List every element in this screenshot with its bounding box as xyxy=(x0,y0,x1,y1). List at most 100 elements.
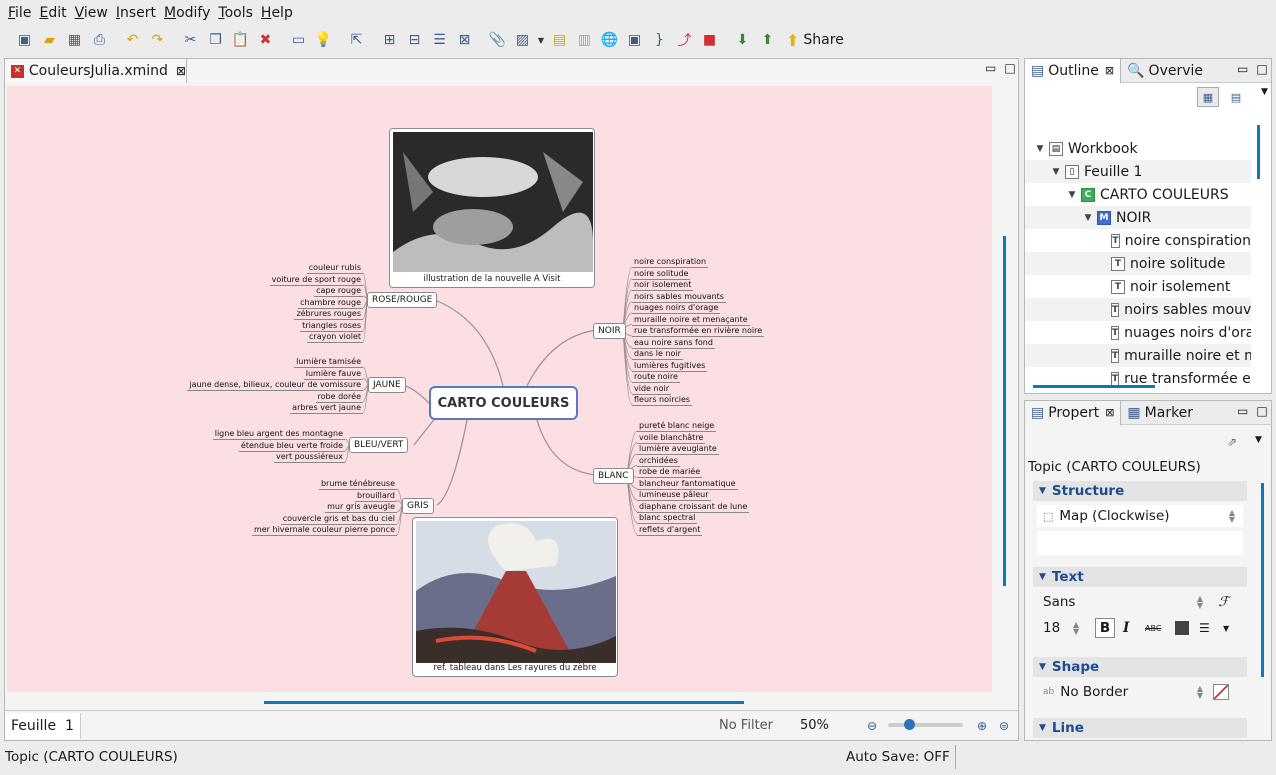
subtopic-jaune[interactable]: robe dorée xyxy=(315,392,363,403)
tree-view-icon[interactable]: ▦ xyxy=(1197,87,1219,107)
font-picker-icon[interactable]: ℱ xyxy=(1218,594,1229,610)
align-icon[interactable]: ☰ xyxy=(1199,621,1210,635)
subtopic-gris[interactable]: brouillard xyxy=(355,491,397,502)
sheet-tab[interactable]: Feuille 1 xyxy=(5,712,81,739)
maximize-icon[interactable]: □ xyxy=(1004,61,1015,75)
expand-arrow-icon[interactable]: ▼ xyxy=(1033,144,1047,154)
subtopic-blanc[interactable]: robe de mariée xyxy=(637,467,703,478)
menu-tools[interactable]: Tools xyxy=(214,5,257,21)
print-icon[interactable]: ⎙ xyxy=(87,28,112,52)
subtopic-noir[interactable]: fleurs noircies xyxy=(632,395,693,406)
subtopic-blanc[interactable]: lumineuse pâleur xyxy=(637,490,711,501)
subtopic-rose[interactable]: chambre rouge xyxy=(298,298,363,309)
main-topic-noir[interactable]: NOIR xyxy=(593,323,626,339)
close-tab-icon[interactable]: ⊠ xyxy=(1105,64,1114,77)
tree-item[interactable]: ▼ C CARTO COULEURS xyxy=(1025,183,1251,206)
subtopic-noir[interactable]: noire conspiration xyxy=(632,257,709,268)
subtopic-gris[interactable]: couvercle gris et bas du ciel xyxy=(280,514,397,525)
fill-color-swatch[interactable] xyxy=(1213,684,1229,700)
text-color-swatch[interactable] xyxy=(1175,621,1189,635)
expand-arrow-icon[interactable]: ▼ xyxy=(1081,213,1095,223)
tree-item[interactable]: Tnoirs sables mouva xyxy=(1025,298,1251,321)
insert-topic-icon[interactable]: ⊞ xyxy=(377,28,402,52)
main-topic-gris[interactable]: GRIS xyxy=(402,498,434,514)
tree-item[interactable]: Tnoir isolement xyxy=(1025,275,1251,298)
hyperlink-globe-icon[interactable]: 🌐 xyxy=(597,28,622,52)
tree-item[interactable]: Tnoire conspiration xyxy=(1025,229,1251,252)
subtopic-jaune[interactable]: jaune dense, bilieux, couleur de vomissu… xyxy=(187,380,363,391)
paste-icon[interactable]: 📋 xyxy=(228,28,253,52)
zoom-out-icon[interactable]: ⊖ xyxy=(867,719,877,733)
tab-marker[interactable]: ▦ Marker xyxy=(1121,401,1199,425)
view-menu-icon[interactable]: ▼ xyxy=(1255,435,1262,445)
font-size-input[interactable]: 18 xyxy=(1043,620,1060,636)
subtopic-noir[interactable]: vide noir xyxy=(632,384,671,395)
tab-properties[interactable]: ▤ Propert ⊠ xyxy=(1025,400,1122,425)
subtopic-jaune[interactable]: lumière tamisée xyxy=(294,357,363,368)
insert-topic-before-icon[interactable]: ☰ xyxy=(427,28,452,52)
structure-header[interactable]: ▼ Structure xyxy=(1033,481,1247,501)
relationship-icon[interactable]: ⤴ xyxy=(672,28,697,52)
minimize-icon[interactable]: ▭ xyxy=(1237,62,1248,76)
attachment-icon[interactable]: 📎 xyxy=(485,28,510,52)
subtopic-gris[interactable]: brume ténébreuse xyxy=(318,479,397,490)
subtopic-gris[interactable]: mer hivernale couleur pierre ponce xyxy=(251,525,397,536)
boundary-icon[interactable]: ▣ xyxy=(622,28,647,52)
subtopic-noir[interactable]: eau noire sans fond xyxy=(632,338,715,349)
subtopic-blanc[interactable]: reflets d'argent xyxy=(637,525,703,536)
cut-icon[interactable]: ✂ xyxy=(178,28,203,52)
subtopic-rose[interactable]: zébrures rouges xyxy=(294,309,363,320)
vertical-scrollbar[interactable] xyxy=(995,86,1015,692)
tree-item[interactable]: Tmuraille noire et m xyxy=(1025,344,1251,367)
tree-item[interactable]: Tnoire solitude xyxy=(1025,252,1251,275)
main-topic-blanc[interactable]: BLANC xyxy=(593,468,634,484)
subtopic-blanc[interactable]: blancheur fantomatique xyxy=(637,479,738,490)
tree-item[interactable]: Tnuages noirs d'orag xyxy=(1025,321,1251,344)
zoom-fit-icon[interactable]: ⊜ xyxy=(999,719,1009,733)
new-workbook-icon[interactable]: ▣ xyxy=(12,28,37,52)
subtopic-blanc[interactable]: diaphane croissant de lune xyxy=(637,502,750,513)
main-topic-jaune[interactable]: JAUNE xyxy=(368,377,406,393)
view-menu-icon[interactable]: ▼ xyxy=(1261,87,1268,107)
shape-select[interactable]: ab No Border ▲ ▼ xyxy=(1037,681,1243,703)
brainstorm-bulb-icon[interactable]: 💡 xyxy=(311,28,336,52)
zoom-in-icon[interactable]: ⊕ xyxy=(977,719,987,733)
subtopic-blanc[interactable]: pureté blanc neige xyxy=(637,421,717,432)
save-icon[interactable]: ▦ xyxy=(62,28,87,52)
subtopic-blanc[interactable]: orchidées xyxy=(637,456,680,467)
drill-down-icon[interactable]: ⇱ xyxy=(344,28,369,52)
outline-hscroll-thumb[interactable] xyxy=(1033,385,1155,388)
tree-item[interactable]: ▼ ▤ Workbook xyxy=(1025,137,1251,160)
props-vscroll-thumb[interactable] xyxy=(1261,483,1264,677)
insert-subtopic-icon[interactable]: ⊟ xyxy=(402,28,427,52)
subtopic-bleu[interactable]: vert poussiéreux xyxy=(274,452,345,463)
close-tab-icon[interactable]: ⊠ xyxy=(176,64,186,78)
maximize-icon[interactable]: □ xyxy=(1256,404,1267,418)
subtopic-noir[interactable]: route noire xyxy=(632,372,680,383)
move-up-icon[interactable]: ⬆ xyxy=(755,28,780,52)
tree-item[interactable]: ▼ M NOIR xyxy=(1025,206,1251,229)
minimize-icon[interactable]: ▭ xyxy=(985,61,996,75)
strikethrough-button[interactable]: ABC xyxy=(1145,624,1161,633)
insert-parent-topic-icon[interactable]: ⊠ xyxy=(452,28,477,52)
outline-vscroll-thumb[interactable] xyxy=(1257,125,1260,179)
move-down-icon[interactable]: ⬇ xyxy=(730,28,755,52)
menu-edit[interactable]: Edit xyxy=(35,5,70,21)
subtopic-bleu[interactable]: étendue bleu verte froide xyxy=(238,441,345,452)
subtopic-noir[interactable]: nuages noirs d'orage xyxy=(632,303,721,314)
maximize-icon[interactable]: □ xyxy=(1256,62,1267,76)
subtopic-noir[interactable]: noir isolement xyxy=(632,280,694,291)
summary-icon[interactable]: } xyxy=(647,28,672,52)
stop-icon[interactable]: ■ xyxy=(697,28,722,52)
label-icon[interactable]: ▤ xyxy=(547,28,572,52)
mind-map-canvas[interactable]: illustration de la nouvelle A Visit ref.… xyxy=(7,86,992,692)
subtopic-rose[interactable]: cape rouge xyxy=(314,286,363,297)
text-header[interactable]: ▼ Text xyxy=(1033,567,1247,587)
subtopic-blanc[interactable]: lumière aveuglante xyxy=(637,444,719,455)
menu-help[interactable]: Help xyxy=(257,5,297,21)
redo-icon[interactable]: ↷ xyxy=(145,28,170,52)
font-select[interactable]: Sans ▲ ▼ ℱ xyxy=(1037,591,1243,613)
editor-tab[interactable]: ✕ CouleursJulia.xmind ⊠ xyxy=(5,59,187,83)
subtopic-rose[interactable]: crayon violet xyxy=(307,332,363,343)
subtopic-noir[interactable]: noire solitude xyxy=(632,269,691,280)
